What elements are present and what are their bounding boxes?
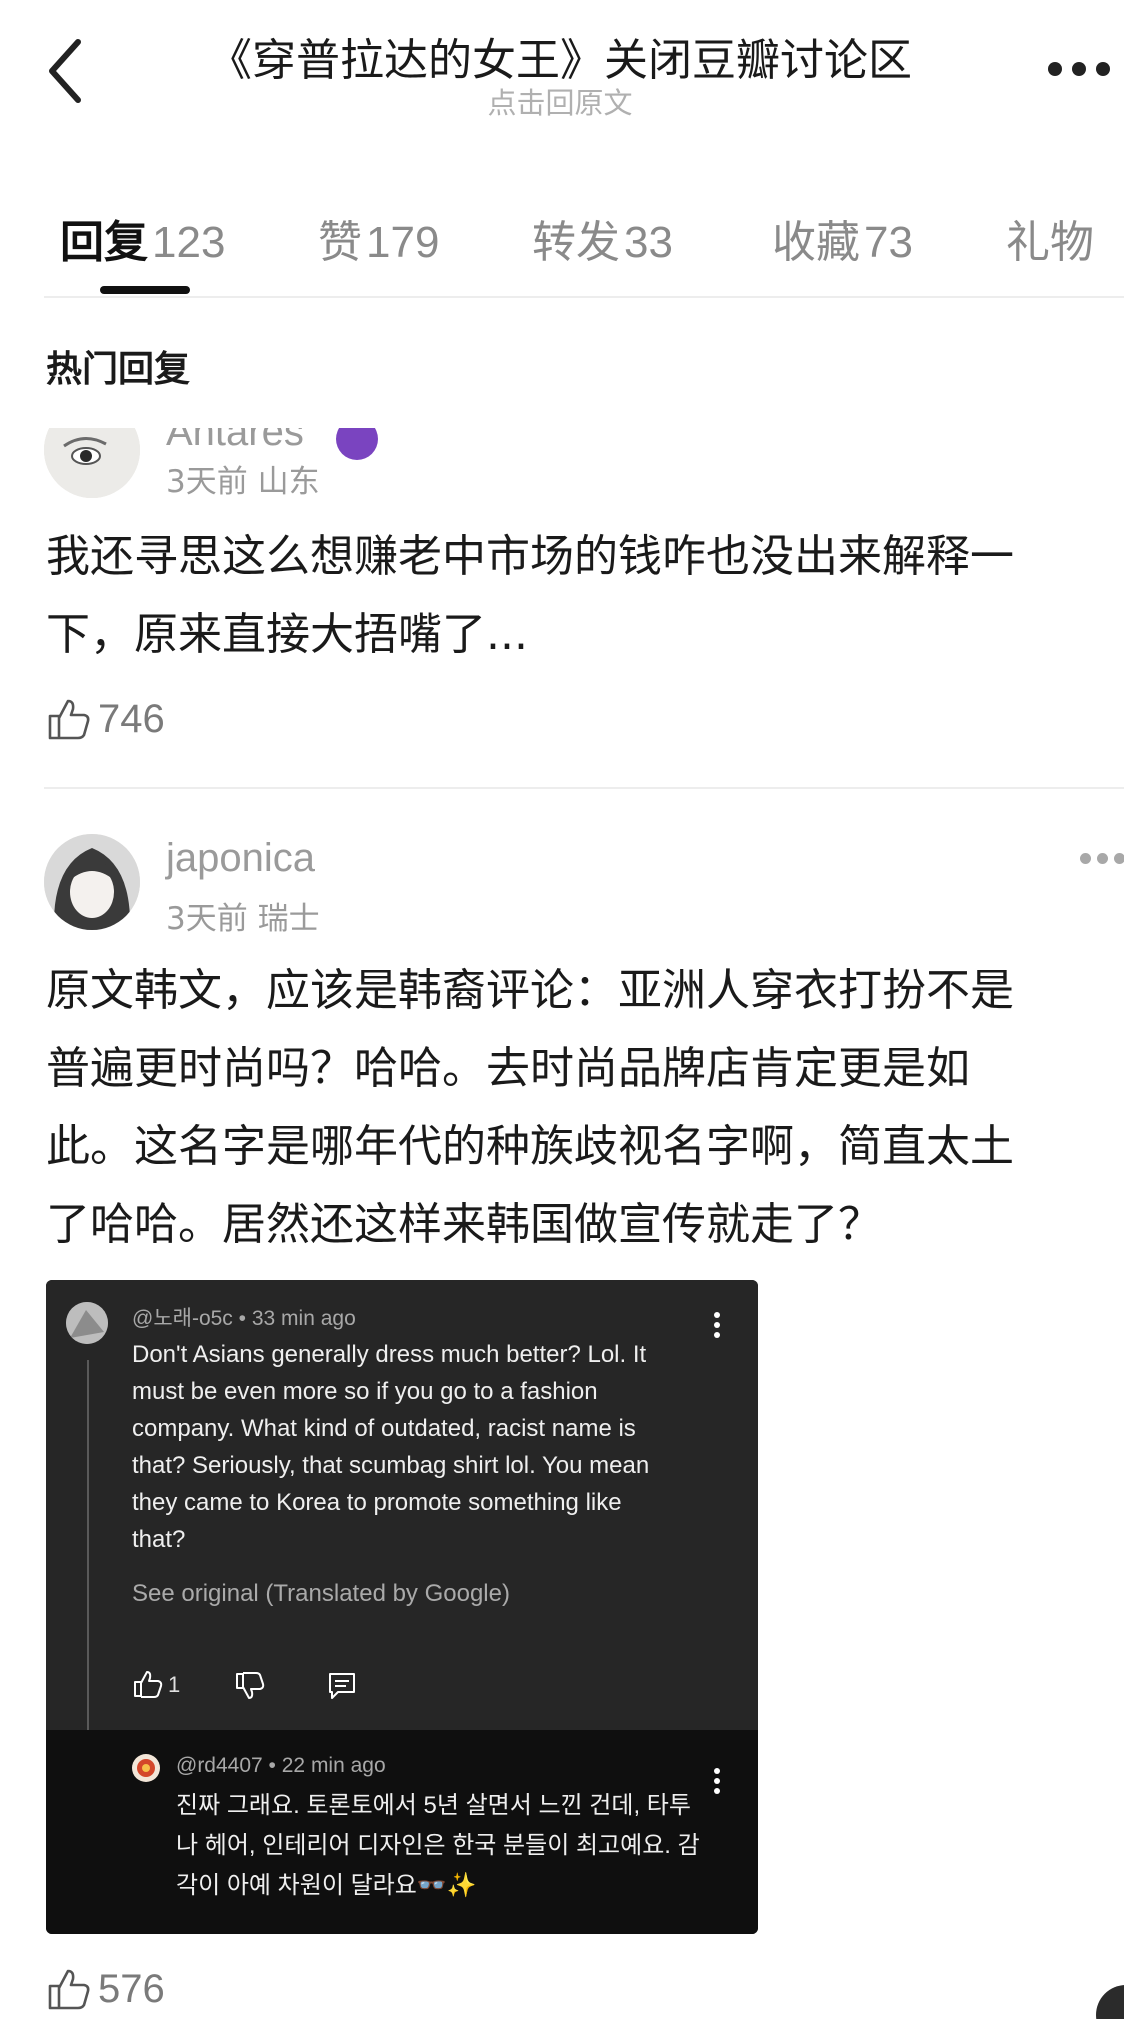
embedded-text: Don't Asians generally dress much better… xyxy=(132,1341,650,1553)
see-original-link: See original (Translated by Google) xyxy=(132,1580,510,1607)
user-badge-icon xyxy=(336,428,378,460)
comment-text: 原文韩文，应该是韩裔评论：亚洲人穿衣打扮不是 普遍更时尚吗？哈哈。去时尚品牌店肯… xyxy=(46,965,1014,1250)
tab-favorites[interactable]: 收藏73 xyxy=(772,206,913,270)
page-title: 《穿普拉达的女王》关闭豆瓣讨论区 xyxy=(208,35,912,86)
embedded-screenshot[interactable]: @노래-o5c • 33 min ago Don't Asians genera… xyxy=(46,1280,758,1934)
back-to-original-link[interactable]: 点击回原文 xyxy=(180,80,940,122)
like-button[interactable]: 746 xyxy=(46,694,165,744)
thumbs-up-icon xyxy=(48,1969,90,2010)
thumbs-down-icon xyxy=(236,1672,265,1699)
top-bar: 《穿普拉达的女王》关闭豆瓣讨论区 点击回原文 xyxy=(0,0,1124,130)
embedded-handle: @노래-o5c • 33 min ago xyxy=(132,1307,356,1330)
thumbs-up-icon xyxy=(48,699,90,740)
avatar[interactable] xyxy=(44,834,140,930)
tab-reposts[interactable]: 转发33 xyxy=(532,206,673,270)
like-button[interactable]: 576 xyxy=(46,1964,165,2014)
emoji: 👓✨ xyxy=(416,1872,477,1899)
comment-meta: 3天前 山东 xyxy=(166,464,320,500)
tab-replies[interactable]: 回复123 xyxy=(60,206,225,270)
comment-more-icon[interactable] xyxy=(1080,853,1124,864)
avatar xyxy=(132,1754,160,1782)
kebab-icon xyxy=(714,1312,722,1338)
username[interactable]: japonica xyxy=(166,836,315,881)
embedded-reply-text: 진짜 그래요. 토론토에서 5년 살면서 느낀 건데, 타투 나 헤어, 인테리… xyxy=(176,1792,700,1899)
tab-gifts[interactable]: 礼物 xyxy=(1006,206,1094,270)
back-arrow-icon[interactable] xyxy=(44,36,94,106)
section-title: 热门回复 xyxy=(46,349,191,390)
embedded-reply: @rd4407 • 22 min ago 진짜 그래요. 토론토에서 5년 살면… xyxy=(46,1730,758,1934)
more-icon[interactable] xyxy=(1048,62,1110,78)
divider xyxy=(44,787,1124,789)
tab-likes[interactable]: 赞179 xyxy=(318,206,439,270)
embedded-like-count: 1 xyxy=(168,1672,181,1697)
tab-bar: 回复123 赞179 转发33 收藏73 礼物 xyxy=(0,196,1124,296)
floating-action-button[interactable] xyxy=(1096,1985,1124,2019)
comment-meta: 3天前 瑞士 xyxy=(166,901,320,937)
comment-text: 我还寻思这么想赚老中市场的钱咋也没出来解释一 下，原来直接大捂嘴了... xyxy=(46,531,1014,660)
avatar xyxy=(66,1302,108,1344)
thumbs-up-icon xyxy=(134,1671,163,1698)
reply-icon xyxy=(329,1673,355,1699)
embedded-comment: @노래-o5c • 33 min ago Don't Asians genera… xyxy=(46,1280,758,1730)
embedded-handle: @rd4407 • 22 min ago xyxy=(176,1754,386,1777)
username[interactable]: Antares xyxy=(166,428,304,455)
divider xyxy=(44,296,1124,298)
avatar[interactable] xyxy=(44,428,140,498)
thread-line xyxy=(87,1360,89,1770)
active-tab-indicator xyxy=(100,286,190,294)
